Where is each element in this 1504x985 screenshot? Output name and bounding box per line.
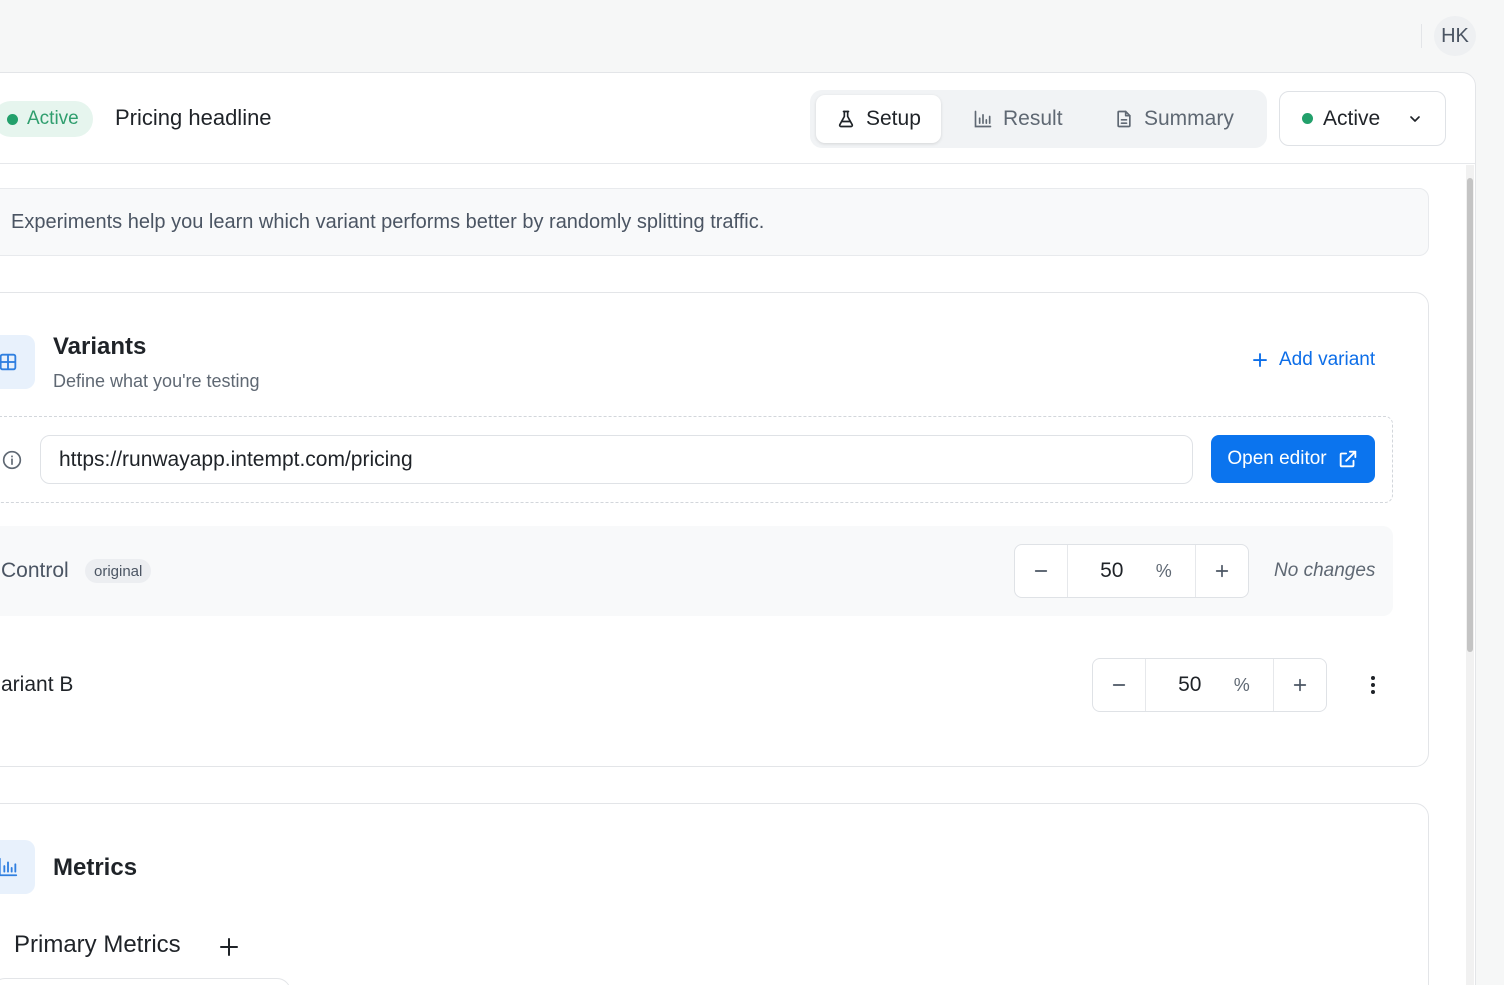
open-editor-label: Open editor (1227, 448, 1327, 469)
experiment-header: Active Pricing headline Setup Result Sum… (0, 73, 1475, 164)
document-icon (1117, 110, 1131, 128)
chevron-down-icon (1410, 115, 1420, 122)
variants-title: Variants (53, 333, 147, 360)
split-value: 50 (1178, 673, 1202, 696)
top-bar: HK (0, 0, 1504, 72)
variant-name: Control (1, 559, 69, 582)
editor-url-row: Open editor (0, 416, 1393, 503)
split-value: 50 (1100, 559, 1124, 582)
metrics-section-icon (0, 840, 35, 894)
minus-icon (1112, 684, 1126, 686)
tab-setup[interactable]: Setup (816, 95, 941, 143)
split-field[interactable]: 50 % (1066, 545, 1197, 597)
percent-unit: % (1155, 560, 1172, 581)
scrollbar-thumb[interactable] (1467, 178, 1473, 652)
increment-button[interactable] (1196, 545, 1248, 597)
metrics-card: Metrics Primary Metrics (0, 803, 1429, 985)
info-banner: Experiments help you learn which variant… (0, 188, 1429, 256)
no-changes-note: No changes (1274, 560, 1376, 581)
status-dot-icon (7, 113, 18, 125)
plus-icon (1253, 353, 1267, 367)
add-variant-button[interactable]: Add variant (1251, 349, 1375, 371)
increment-button[interactable] (1274, 659, 1326, 711)
topbar-divider (1421, 24, 1422, 48)
bar-chart-icon (974, 110, 992, 128)
status-dropdown-value: Active (1323, 106, 1381, 130)
plus-icon (1215, 564, 1229, 578)
tab-result[interactable]: Result (953, 95, 1083, 143)
decrement-button[interactable] (1015, 545, 1067, 597)
status-dropdown[interactable]: Active (1279, 91, 1446, 146)
split-field[interactable]: 50 % (1144, 659, 1275, 711)
experiment-title: Pricing headline (115, 105, 272, 130)
variant-name: ariant B (1, 673, 74, 696)
info-banner-text: Experiments help you learn which variant… (11, 210, 765, 233)
decrement-button[interactable] (1093, 659, 1145, 711)
user-avatar[interactable]: HK (1434, 16, 1476, 56)
plus-icon (1293, 678, 1307, 692)
editor-url-input[interactable] (40, 435, 1193, 484)
tab-result-label: Result (1003, 107, 1063, 130)
bar-chart-icon (0, 857, 18, 877)
status-badge: Active (0, 101, 93, 137)
info-icon[interactable] (2, 450, 22, 470)
variants-subtitle: Define what you're testing (53, 371, 260, 391)
tab-summary[interactable]: Summary (1094, 95, 1254, 143)
add-primary-metric-icon[interactable] (217, 935, 241, 959)
external-link-icon (1339, 450, 1356, 468)
tab-summary-label: Summary (1144, 107, 1234, 130)
metrics-title: Metrics (53, 854, 138, 881)
open-editor-button[interactable]: Open editor (1211, 435, 1375, 483)
variant-row-control: Control original 50 % No changes (0, 526, 1393, 616)
tab-setup-label: Setup (866, 107, 921, 130)
percent-unit: % (1233, 674, 1250, 695)
view-tabs: Setup Result Summary (810, 90, 1267, 148)
status-dot-icon (1302, 113, 1313, 124)
add-variant-label: Add variant (1279, 349, 1376, 370)
minus-icon (1034, 570, 1048, 572)
more-options-icon[interactable] (1361, 673, 1385, 697)
original-badge: original (85, 559, 152, 583)
traffic-split-stepper: 50 % (1014, 544, 1249, 598)
layout-icon (0, 353, 17, 371)
variant-row-b: ariant B 50 % (0, 640, 1393, 730)
traffic-split-stepper: 50 % (1092, 658, 1327, 712)
metric-chip[interactable] (0, 978, 291, 985)
flask-icon (838, 110, 854, 128)
variants-card: Variants Define what you're testing Add … (0, 292, 1429, 767)
variants-section-icon (0, 335, 35, 389)
primary-metrics-label: Primary Metrics (14, 931, 181, 958)
status-badge-label: Active (27, 108, 79, 129)
